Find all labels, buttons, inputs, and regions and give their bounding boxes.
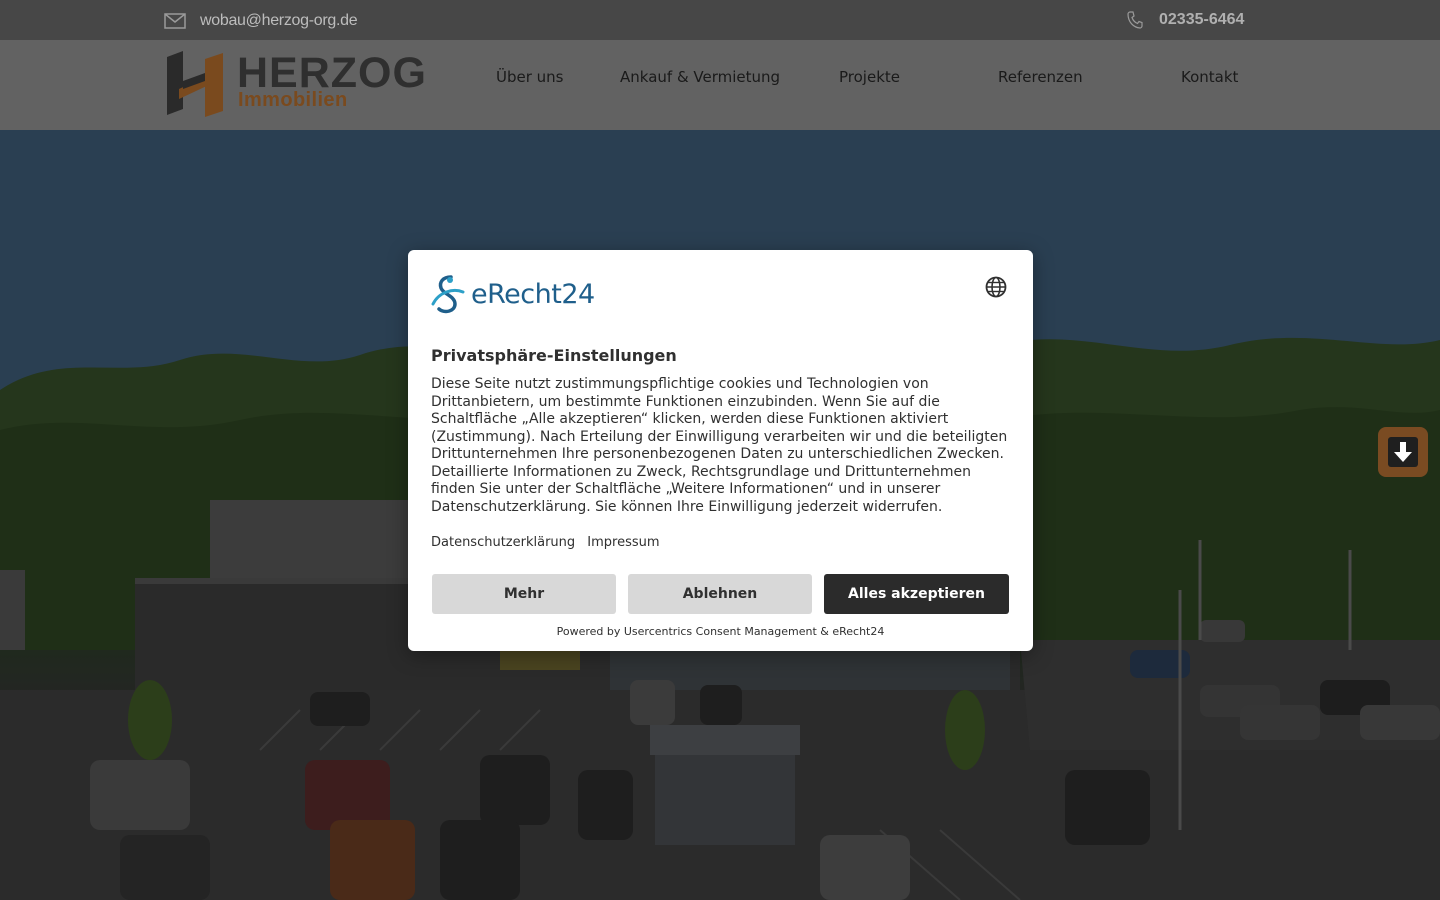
logo-mark-icon	[167, 51, 223, 117]
cookie-consent-dialog: eRecht24 Privatsphäre-Einstellungen Dies…	[408, 250, 1033, 651]
envelope-icon	[164, 13, 186, 29]
powered-by-text: Powered by Usercentrics Consent Manageme…	[556, 625, 885, 638]
erecht24-logo: eRecht24	[431, 274, 595, 314]
logo-subtitle: Immobilien	[238, 89, 348, 111]
consent-title: Privatsphäre-Einstellungen	[431, 346, 677, 365]
reject-button[interactable]: Ablehnen	[628, 574, 812, 614]
site-header: HERZOG Immobilien Über uns Ankauf & Verm…	[0, 40, 1440, 130]
phone-contact[interactable]: 02335-6464	[1127, 11, 1244, 29]
erecht24-logo-text: eRecht24	[471, 278, 595, 310]
email-contact[interactable]: wobau@herzog-org.de	[164, 12, 358, 30]
nav-referenzen[interactable]: Referenzen	[998, 68, 1083, 86]
email-link[interactable]: wobau@herzog-org.de	[200, 12, 358, 30]
arrow-down-icon	[1394, 442, 1412, 462]
nav-ueber-uns[interactable]: Über uns	[496, 68, 564, 86]
scroll-down-button[interactable]	[1378, 427, 1428, 477]
herzog-logo[interactable]: HERZOG Immobilien	[165, 49, 426, 117]
imprint-link[interactable]: Impressum	[587, 535, 659, 550]
erecht24-mark-icon	[431, 275, 465, 314]
nav-ankauf-vermietung[interactable]: Ankauf & Vermietung	[620, 68, 780, 86]
phone-icon	[1127, 11, 1143, 29]
privacy-policy-link[interactable]: Datenschutzerklärung	[431, 535, 575, 550]
scroll-down-icon-box	[1388, 437, 1418, 467]
consent-links: Datenschutzerklärung Impressum	[431, 535, 668, 550]
nav-projekte[interactable]: Projekte	[839, 68, 900, 86]
phone-link[interactable]: 02335-6464	[1159, 11, 1244, 29]
more-button[interactable]: Mehr	[432, 574, 616, 614]
accept-all-button[interactable]: Alles akzeptieren	[824, 574, 1009, 614]
globe-icon[interactable]	[985, 276, 1007, 298]
top-contact-bar: wobau@herzog-org.de 02335-6464	[0, 0, 1440, 40]
consent-description: Diese Seite nutzt zustimmungspflichtige …	[431, 376, 1008, 515]
nav-kontakt[interactable]: Kontakt	[1181, 68, 1238, 86]
